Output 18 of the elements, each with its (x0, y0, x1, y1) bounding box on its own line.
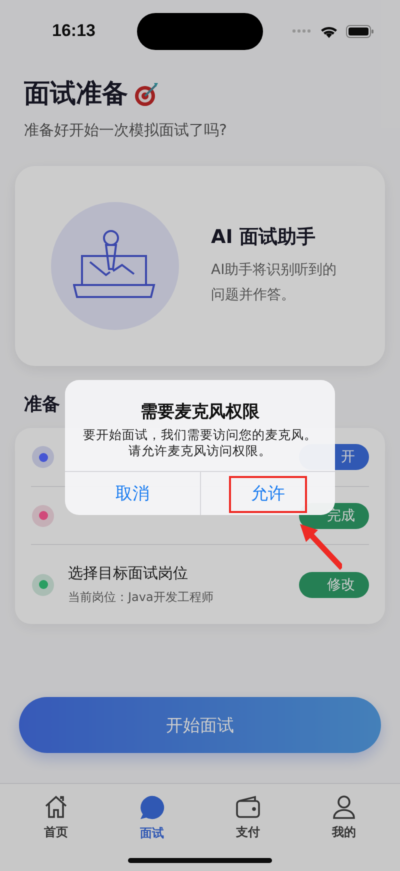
section-title: 准备 (24, 393, 60, 416)
page-subtitle: 准备好开始一次模拟面试了吗? (23, 121, 228, 140)
assistant-description: AI助手将识别听到的问题并作答。 (211, 261, 338, 305)
item-detail: 当前岗位：Java开发工程师 (68, 588, 214, 606)
item-action-button[interactable]: 修改 (299, 572, 369, 598)
dialog-message: 要开始面试，我们需要访问您的麦克风。 (83, 427, 317, 443)
tab[interactable]: 首页 (21, 794, 91, 842)
tab[interactable]: 面试 (117, 794, 187, 842)
status-time: 16:13 (52, 21, 96, 41)
dialog-title: 需要麦克风权限 (140, 401, 260, 423)
tab[interactable]: 支付 (213, 794, 283, 842)
dialog-message: 请允许麦克风访问权限。 (128, 443, 272, 459)
dialog-button[interactable]: 取消 (65, 472, 200, 515)
start-interview-button[interactable]: 开始面试 (19, 697, 381, 753)
tab[interactable]: 我的 (309, 794, 379, 842)
item-title: 选择目标面试岗位 (68, 564, 189, 582)
page-title: 面试准备 (24, 78, 128, 111)
assistant-title: AI 面试助手 (211, 225, 316, 250)
